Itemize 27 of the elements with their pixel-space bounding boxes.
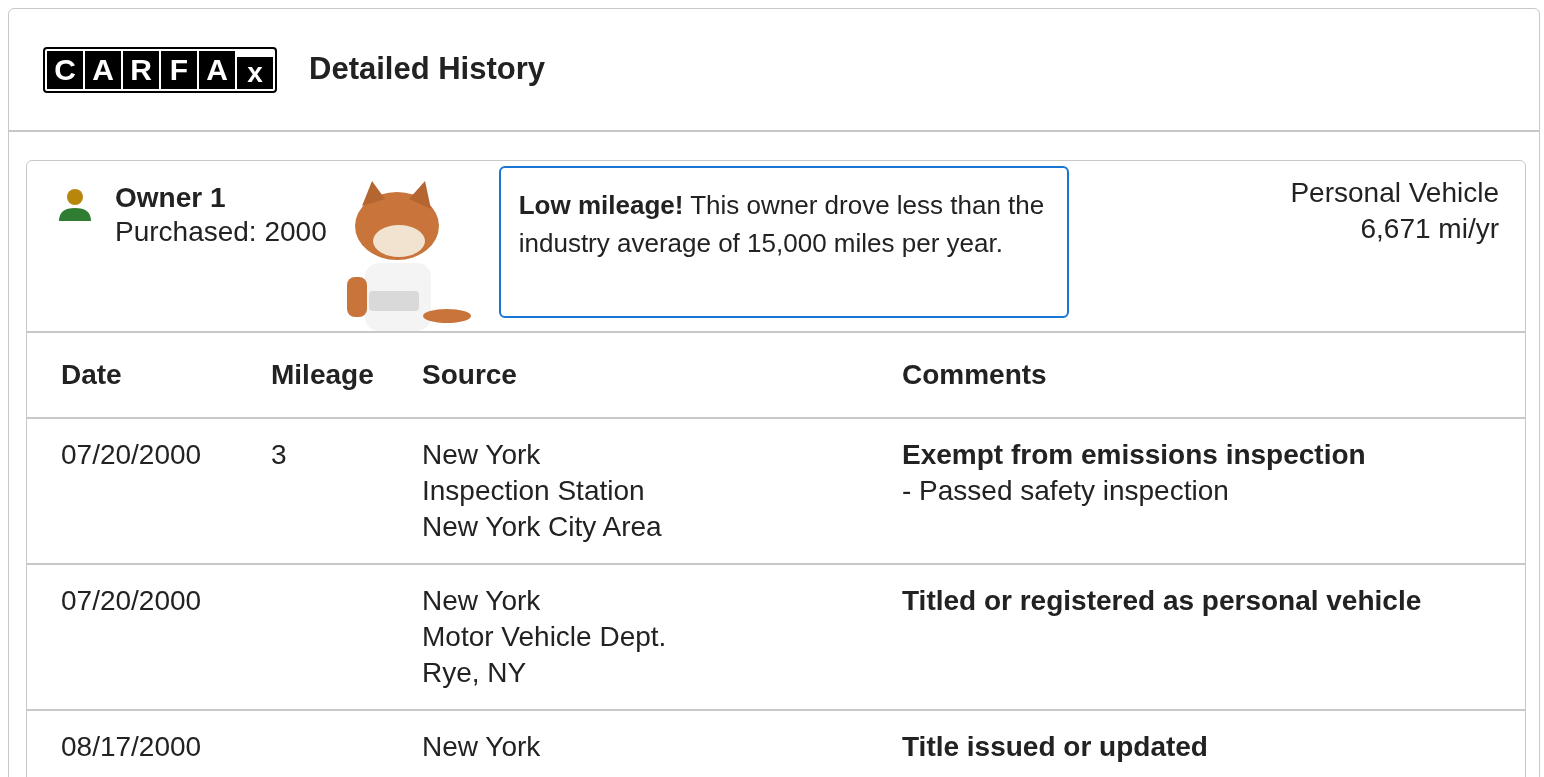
column-header: Mileage — [271, 359, 374, 390]
vehicle-type: Personal Vehicle — [1290, 176, 1499, 210]
callout-text: Low mileage! This owner drove less than the industry average of 15,000 miles per year. — [518, 189, 1046, 260]
comment-detail: - Passed safety inspection — [902, 474, 1230, 508]
mileage-cell: 3 — [271, 439, 287, 470]
column-header: Source — [422, 359, 517, 390]
owner-name: Owner 1 — [115, 181, 227, 215]
date-cell: 08/17/2000 — [61, 731, 202, 762]
date-cell: 07/20/2000 — [61, 439, 202, 470]
carfax-logo: C A R F A x — [43, 46, 277, 93]
purchase-date: Purchased: 2000 — [115, 215, 327, 249]
date-cell: 07/20/2000 — [61, 585, 202, 616]
source-line: New York City Area — [422, 510, 663, 544]
source-line: Rye, NY — [422, 656, 528, 690]
source-line: New York — [422, 584, 542, 618]
comment-heading: Exempt from emissions inspection — [902, 438, 1367, 472]
source-line: Motor Vehicle Dept. — [422, 620, 668, 654]
comment-heading: Titled or registered as personal vehicle — [902, 584, 1423, 618]
comment-heading: Title issued or updated — [902, 730, 1209, 764]
source-line: Inspection Station — [422, 474, 646, 508]
page-title: Detailed History — [309, 50, 545, 89]
column-header: Comments — [902, 359, 1047, 390]
column-header: Date — [61, 359, 122, 390]
source-line: New York — [422, 730, 542, 764]
source-line: New York — [422, 438, 542, 472]
mileage-rate: 6,671 mi/yr — [1360, 212, 1499, 246]
person-icon — [57, 187, 93, 223]
